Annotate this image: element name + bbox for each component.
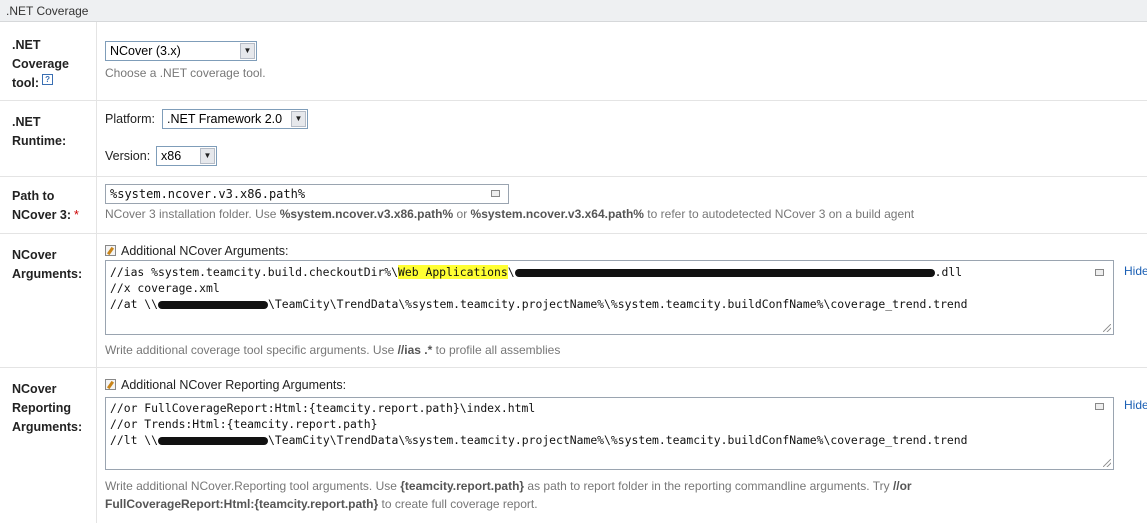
resize-grip-icon[interactable]: [1103, 459, 1111, 467]
coverage-tool-select[interactable]: NCover (3.x) ▼: [105, 41, 257, 61]
redaction: [514, 268, 935, 277]
chevron-down-icon: ▼: [200, 148, 215, 164]
help-icon[interactable]: ?: [42, 74, 54, 85]
required-mark: *: [74, 208, 79, 222]
ncover-path-input[interactable]: %system.ncover.v3.x86.path%: [105, 184, 509, 204]
coverage-tool-label: .NET Coverage tool:?: [12, 38, 69, 91]
hide-link[interactable]: Hide: [1124, 398, 1147, 412]
coverage-tool-hint: Choose a .NET coverage tool.: [105, 66, 266, 80]
coverage-tool-row: .NET Coverage tool:? NCover (3.x) ▼ Choo…: [0, 22, 1147, 101]
edit-icon: [105, 379, 116, 390]
chevron-down-icon: ▼: [240, 43, 255, 59]
version-select[interactable]: x86 ▼: [156, 146, 217, 166]
reporting-args-textarea[interactable]: //or FullCoverageReport:Html:{teamcity.r…: [105, 397, 1114, 470]
ncover-path-label: Path to NCover 3: *: [12, 189, 79, 222]
platform-select[interactable]: .NET Framework 2.0 ▼: [162, 109, 308, 129]
ncover-args-textarea[interactable]: //ias %system.teamcity.build.checkoutDir…: [105, 260, 1114, 335]
runtime-label: .NET Runtime:: [12, 115, 67, 148]
ncover-path-row: Path to NCover 3: * %system.ncover.v3.x86…: [0, 177, 1147, 234]
ncover-args-hint: Write additional coverage tool specific …: [105, 343, 561, 357]
ncover-args-title: Additional NCover Arguments:: [105, 244, 288, 258]
ncover-args-row: NCover Arguments: Additional NCover Argu…: [0, 234, 1147, 368]
expand-icon[interactable]: [1095, 269, 1104, 276]
ncover-path-hint: NCover 3 installation folder. Use %syste…: [105, 207, 915, 221]
reporting-args-title: Additional NCover Reporting Arguments:: [105, 378, 346, 392]
edit-icon: [105, 245, 116, 256]
chevron-down-icon: ▼: [291, 111, 306, 127]
reporting-args-label: NCover Reporting Arguments:: [12, 382, 83, 434]
version-label: Version:: [105, 149, 151, 163]
section-title: .NET Coverage: [6, 4, 89, 18]
reporting-args-row: NCover Reporting Arguments: Additional N…: [0, 368, 1147, 523]
reporting-args-hint-1: Write additional NCover.Reporting tool a…: [105, 479, 912, 493]
hide-link[interactable]: Hide: [1124, 264, 1147, 278]
section-header: .NET Coverage: [0, 0, 1147, 22]
expand-icon[interactable]: [1095, 403, 1104, 410]
redaction: [158, 300, 269, 309]
runtime-row: .NET Runtime: Platform: .NET Framework 2…: [0, 101, 1147, 177]
platform-label: Platform:: [105, 112, 156, 126]
expand-icon[interactable]: [491, 190, 500, 197]
redaction: [158, 436, 269, 445]
reporting-args-hint-2: FullCoverageReport:Html:{teamcity.report…: [105, 497, 538, 511]
ncover-args-label: NCover Arguments:: [12, 248, 83, 281]
resize-grip-icon[interactable]: [1103, 324, 1111, 332]
highlighted-text: Web Applications: [398, 265, 508, 279]
